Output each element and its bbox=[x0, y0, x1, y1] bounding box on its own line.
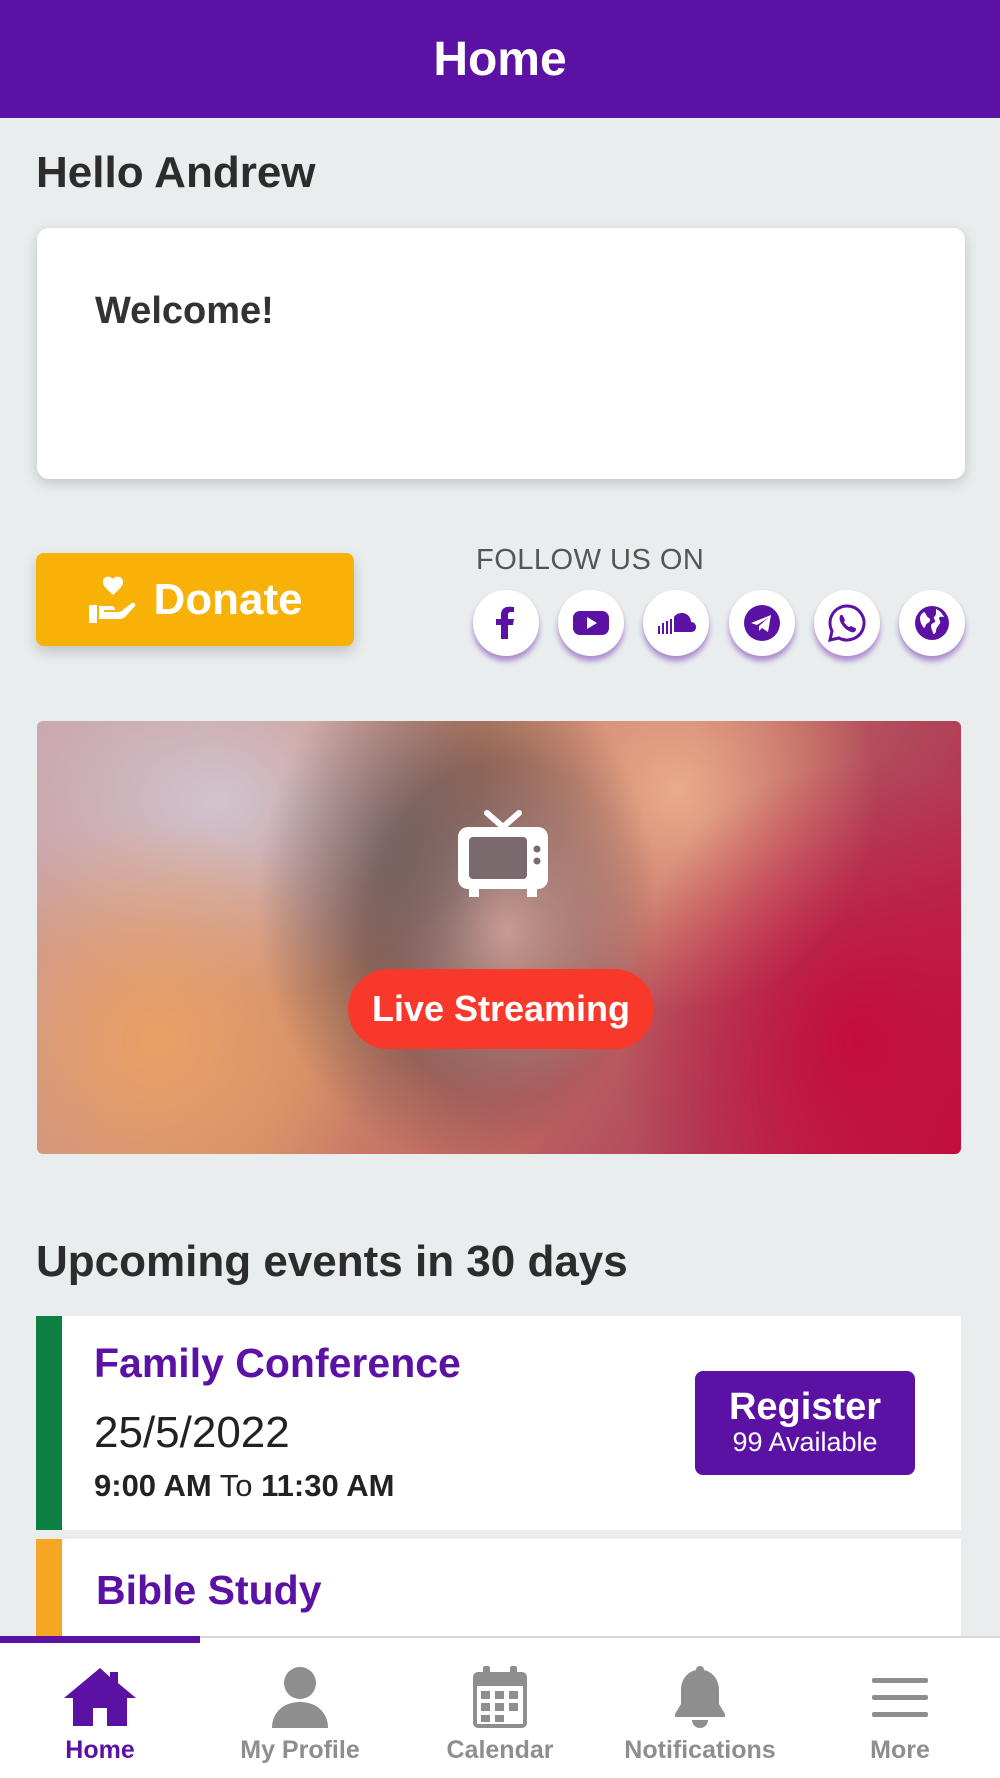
bell-icon bbox=[675, 1666, 725, 1728]
app-header: Home bbox=[0, 0, 1000, 118]
tab-label: My Profile bbox=[240, 1736, 360, 1764]
menu-icon bbox=[872, 1678, 928, 1717]
register-button[interactable]: Register 99 Available bbox=[695, 1371, 915, 1475]
donate-label: Donate bbox=[153, 574, 303, 624]
event-date: 25/5/2022 bbox=[94, 1408, 290, 1457]
facebook-button[interactable] bbox=[473, 590, 539, 656]
event-card[interactable]: Bible Study bbox=[36, 1539, 961, 1639]
donate-button[interactable]: Donate bbox=[36, 553, 354, 646]
tab-more[interactable]: More bbox=[800, 1638, 1000, 1778]
register-label: Register bbox=[728, 1386, 882, 1429]
event-start-time: 9:00 AM bbox=[94, 1468, 212, 1503]
event-card[interactable]: Family Conference 25/5/2022 9:00 AM To 1… bbox=[36, 1316, 961, 1530]
whatsapp-button[interactable] bbox=[813, 590, 880, 656]
tab-calendar[interactable]: Calendar bbox=[400, 1638, 600, 1778]
tab-notifications[interactable]: Notifications bbox=[600, 1638, 800, 1778]
tab-label: Notifications bbox=[624, 1736, 776, 1764]
event-time-separator: To bbox=[219, 1468, 253, 1503]
active-tab-indicator bbox=[0, 1636, 200, 1643]
soundcloud-icon bbox=[658, 613, 697, 634]
tab-label: Home bbox=[65, 1736, 135, 1764]
tab-label: Calendar bbox=[446, 1736, 554, 1764]
social-links bbox=[473, 590, 965, 656]
whatsapp-icon bbox=[827, 604, 866, 642]
tab-my-profile[interactable]: My Profile bbox=[200, 1638, 400, 1778]
soundcloud-button[interactable] bbox=[643, 590, 710, 656]
home-icon bbox=[64, 1668, 136, 1726]
tab-label: More bbox=[870, 1736, 930, 1764]
bottom-tab-bar: Home My Profile Calendar Notifications M… bbox=[0, 1636, 1000, 1778]
website-button[interactable] bbox=[898, 590, 965, 656]
event-color-stripe bbox=[36, 1316, 62, 1530]
telegram-button[interactable] bbox=[728, 590, 795, 656]
greeting-text: Hello Andrew bbox=[36, 148, 316, 197]
event-time: 9:00 AM To 11:30 AM bbox=[94, 1468, 394, 1504]
event-title: Bible Study bbox=[96, 1567, 322, 1613]
events-heading: Upcoming events in 30 days bbox=[36, 1237, 628, 1286]
live-streaming-banner[interactable]: Live Streaming bbox=[37, 721, 961, 1154]
telegram-icon bbox=[743, 605, 780, 641]
event-title: Family Conference bbox=[94, 1340, 461, 1386]
welcome-card: Welcome! bbox=[37, 228, 965, 479]
follow-label: FOLLOW US ON bbox=[476, 544, 705, 576]
globe-icon bbox=[914, 606, 949, 640]
seats-available: 99 Available bbox=[732, 1427, 878, 1458]
youtube-icon bbox=[573, 611, 610, 635]
tab-home[interactable]: Home bbox=[0, 1638, 200, 1778]
youtube-button[interactable] bbox=[558, 590, 625, 656]
page-title: Home bbox=[433, 32, 567, 86]
tv-icon bbox=[458, 810, 548, 897]
live-streaming-button[interactable]: Live Streaming bbox=[348, 969, 654, 1049]
welcome-text: Welcome! bbox=[95, 290, 274, 332]
event-end-time: 11:30 AM bbox=[261, 1468, 395, 1503]
hand-heart-icon bbox=[89, 576, 136, 623]
facebook-icon bbox=[496, 606, 514, 639]
event-color-stripe bbox=[36, 1539, 62, 1639]
calendar-icon bbox=[473, 1666, 527, 1728]
user-icon bbox=[272, 1667, 328, 1728]
